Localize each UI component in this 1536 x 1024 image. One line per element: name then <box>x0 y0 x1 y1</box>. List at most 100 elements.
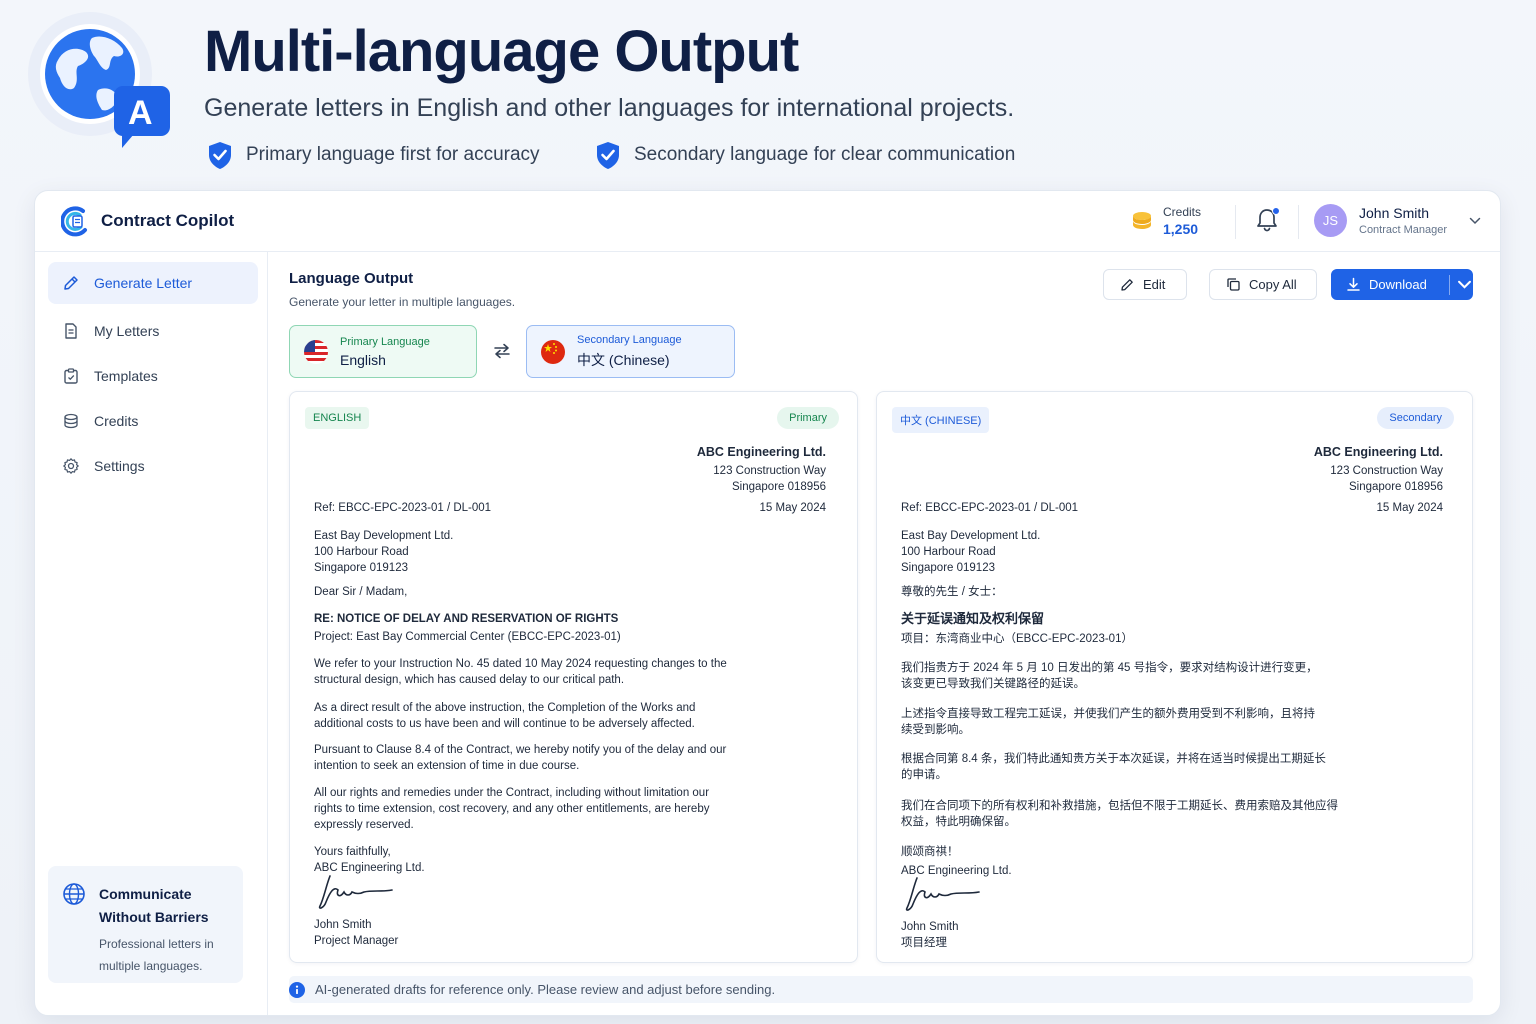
sidebar-item-generate-letter[interactable]: Generate Letter <box>48 262 258 304</box>
letter-project: 项目：东湾商业中心（EBCC-EPC-2023-01） <box>901 633 1133 645</box>
sender-address-line: Singapore 018956 <box>732 481 826 493</box>
paragraph-line: 续受到影响。 <box>901 724 970 736</box>
letter-project: Project: East Bay Commercial Center (EBC… <box>314 631 621 643</box>
sidebar-item-templates[interactable]: Templates <box>48 355 258 397</box>
copy-all-button[interactable]: Copy All <box>1209 269 1317 300</box>
letter-body-english: ABC Engineering Ltd. 123 Construction Wa… <box>314 444 826 954</box>
letter-ref: Ref: EBCC-EPC-2023-01 / DL-001 <box>314 502 492 514</box>
translate-badge-letter: A <box>128 94 153 132</box>
user-menu[interactable]: JS John Smith Contract Manager <box>1314 204 1481 237</box>
sidebar-item-label: Generate Letter <box>94 275 193 291</box>
paragraph-line: structural design, which has caused dela… <box>314 674 625 686</box>
signature-image <box>318 875 393 909</box>
sidebar: Generate Letter My Letters Templates Cre… <box>35 252 268 1015</box>
coins-icon <box>1133 212 1151 229</box>
download-dropdown[interactable] <box>1457 270 1472 299</box>
letter-paragraph: We refer to your Instruction No. 45 date… <box>314 656 727 688</box>
recipient-line: 100 Harbour Road <box>314 546 409 558</box>
signer-block: John Smith Project Manager <box>314 917 398 949</box>
brand[interactable]: Contract Copilot <box>61 205 234 237</box>
download-button[interactable]: Download <box>1331 269 1473 300</box>
credits-widget[interactable]: Credits 1,250 <box>1131 205 1201 237</box>
paragraph-line: 权益，特此明确保留。 <box>901 816 1016 828</box>
coins-stack-icon <box>64 413 78 429</box>
hero-feature-secondary: Secondary language for clear communicati… <box>594 140 1015 170</box>
primary-badge: Primary <box>777 407 839 429</box>
signer-title: Project Manager <box>314 935 399 947</box>
copy-all-button-label: Copy All <box>1249 277 1297 292</box>
ref-row: Ref: EBCC-EPC-2023-01 / DL-001 15 May 20… <box>314 500 826 516</box>
page-title: Language Output <box>289 270 414 287</box>
avatar: JS <box>1314 204 1347 237</box>
sidebar-item-settings[interactable]: Settings <box>48 445 258 487</box>
paragraph-line: rights to time extension, cost recovery,… <box>314 803 710 815</box>
credits-label: Credits <box>1163 205 1202 219</box>
china-flag-icon <box>541 339 565 364</box>
signer-title: 项目经理 <box>901 937 947 949</box>
user-name: John Smith <box>1359 205 1430 221</box>
app-window: Contract Copilot Credits 1,250 JS John S… <box>34 190 1501 1016</box>
download-icon <box>1347 277 1360 291</box>
language-tag: ENGLISH <box>305 407 370 429</box>
signer-name: John Smith <box>901 921 959 933</box>
language-tag: 中文 (CHINESE) <box>892 407 990 433</box>
hero-feature-primary: Primary language first for accuracy <box>206 140 540 170</box>
user-role: Contract Manager <box>1359 224 1448 236</box>
globe-translate-icon: A <box>28 10 178 150</box>
edit-button-label: Edit <box>1143 277 1166 292</box>
document-icon <box>65 323 77 339</box>
primary-language-value: English <box>340 351 386 368</box>
letter-paragraph: 根据合同第 8.4 条，我们特此通知贵方关于本次延误，并将在适当时候提出工期延长… <box>901 751 1326 783</box>
closing-line: 顺颂商祺！ <box>901 846 959 858</box>
paragraph-line: 该变更已导致我们关键路径的延误。 <box>901 678 1085 690</box>
primary-language-selector[interactable]: Primary Language English <box>289 325 477 378</box>
sidebar-item-my-letters[interactable]: My Letters <box>48 310 258 352</box>
paragraph-line: We refer to your Instruction No. 45 date… <box>314 658 727 670</box>
sidebar-item-label: Credits <box>94 413 139 429</box>
topbar-divider <box>1298 205 1299 239</box>
page-subtitle: Generate your letter in multiple languag… <box>289 295 516 309</box>
pencil-icon <box>64 276 78 290</box>
letter-panel-chinese: 中文 (CHINESE) Secondary ABC Engineering L… <box>876 391 1473 963</box>
sidebar-item-credits[interactable]: Credits <box>48 400 258 442</box>
copy-icon <box>1227 278 1240 291</box>
hero-feature-text: Primary language first for accuracy <box>246 144 540 165</box>
sender-address-line: 123 Construction Way <box>713 465 826 477</box>
recipient-line: East Bay Development Ltd. <box>314 530 454 542</box>
secondary-language-selector[interactable]: Secondary Language 中文 (Chinese) <box>526 325 735 378</box>
chevron-down-icon[interactable] <box>1469 217 1481 225</box>
hero-title: Multi-language Output <box>204 19 799 84</box>
edit-button[interactable]: Edit <box>1103 269 1187 300</box>
pencil-icon <box>1121 279 1133 291</box>
hero-feature-text: Secondary language for clear communicati… <box>634 144 1016 165</box>
brand-name: Contract Copilot <box>101 211 235 230</box>
recipient-block: East Bay Development Ltd. 100 Harbour Ro… <box>901 528 1040 576</box>
sidebar-item-label: Settings <box>94 458 145 474</box>
recipient-line: East Bay Development Ltd. <box>901 530 1041 542</box>
recipient-line: 100 Harbour Road <box>901 546 996 558</box>
promo-text: Professional letters in multiple languag… <box>99 937 214 973</box>
download-main[interactable]: Download <box>1332 270 1441 299</box>
paragraph-line: additional costs to us have been and wil… <box>314 718 695 730</box>
paragraph-line: Pursuant to Clause 8.4 of the Contract, … <box>314 744 727 756</box>
download-button-label: Download <box>1369 277 1427 292</box>
swap-icon[interactable] <box>493 343 511 359</box>
letter-panel-english: ENGLISH Primary ABC Engineering Ltd. 123… <box>289 391 858 963</box>
shield-check-icon <box>209 142 231 169</box>
signer-name: John Smith <box>314 919 372 931</box>
globe-icon <box>63 883 85 905</box>
notification-bell-icon[interactable] <box>1255 207 1281 235</box>
sender-company: ABC Engineering Ltd. <box>1313 445 1443 459</box>
salutation: Dear Sir / Madam, <box>314 586 408 598</box>
recipient-block: East Bay Development Ltd. 100 Harbour Ro… <box>314 528 453 576</box>
primary-language-label: Primary Language <box>340 335 430 348</box>
paragraph-line: expressly reserved. <box>314 819 414 831</box>
paragraph-line: 我们在合同项下的所有权利和补救措施，包括但不限于工期延长、费用索赔及其他应得 <box>901 800 1338 812</box>
paragraph-line: 根据合同第 8.4 条，我们特此通知贵方关于本次延误，并将在适当时候提出工期延长 <box>901 753 1326 765</box>
paragraph-line: intention to seek an extension of time i… <box>314 760 580 772</box>
sender-block: ABC Engineering Ltd. 123 Construction Wa… <box>1314 444 1443 495</box>
letter-paragraph: All our rights and remedies under the Co… <box>314 785 709 833</box>
secondary-language-label: Secondary Language <box>577 333 682 346</box>
paragraph-line: All our rights and remedies under the Co… <box>314 787 710 799</box>
disclaimer-text: AI-generated drafts for reference only. … <box>315 982 776 997</box>
